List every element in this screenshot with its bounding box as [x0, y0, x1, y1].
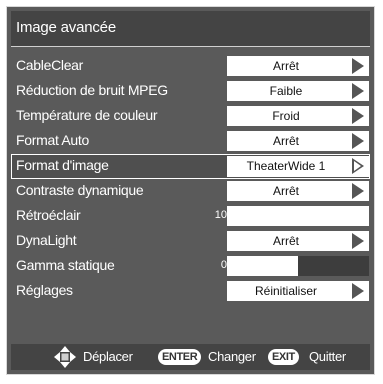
value-box[interactable]: Arrêt	[227, 231, 369, 251]
change-hint: Changer	[208, 349, 256, 364]
slider-value: 10	[214, 209, 227, 221]
value-box[interactable]: Arrêt	[227, 131, 369, 151]
value-text: TheaterWide 1	[246, 159, 326, 173]
move-hint: Déplacer	[83, 349, 133, 364]
triangle-right-icon	[352, 83, 364, 99]
value-box[interactable]: Arrêt	[227, 56, 369, 76]
triangle-right-icon	[352, 133, 364, 149]
value-box[interactable]: Froid	[227, 106, 369, 126]
menu-item-auto-format[interactable]: Format Auto Arrêt	[11, 129, 370, 154]
value-text: Arrêt	[272, 134, 299, 148]
gamma-slider[interactable]	[227, 256, 369, 276]
triangle-right-icon	[352, 158, 364, 174]
menu-item-label: Gamma statique	[16, 257, 115, 273]
title-bar: Image avancée	[11, 11, 370, 47]
slider-fill	[227, 206, 369, 226]
menu-item-dynalight[interactable]: DynaLight Arrêt	[11, 229, 370, 254]
value-box[interactable]: TheaterWide 1	[227, 156, 369, 177]
menu-item-label: CableClear	[16, 57, 84, 73]
value-text: Faible	[269, 84, 303, 98]
value-box[interactable]: Arrêt	[227, 181, 369, 201]
menu-item-label: Rétroéclair	[16, 207, 81, 223]
triangle-right-icon	[352, 183, 364, 199]
menu-item-label: Format d'image	[16, 157, 109, 173]
backlight-slider[interactable]	[227, 206, 369, 226]
menu-item-label: Température de couleur	[16, 107, 158, 123]
menu-item-static-gamma[interactable]: Gamma statique 0	[11, 254, 370, 279]
quit-hint: Quitter	[309, 349, 346, 364]
menu-item-label: Réglages	[16, 282, 73, 298]
menu-item-label: Contraste dynamique	[16, 182, 144, 198]
menu-item-color-temperature[interactable]: Température de couleur Froid	[11, 104, 370, 129]
triangle-right-icon	[352, 58, 364, 74]
value-box[interactable]: Faible	[227, 81, 369, 101]
menu-item-dynamic-contrast[interactable]: Contraste dynamique Arrêt	[11, 179, 370, 204]
menu-item-cableclear[interactable]: CableClear Arrêt	[11, 54, 370, 79]
menu-item-settings[interactable]: Réglages Réinitialiser	[11, 279, 370, 304]
enter-key-icon: ENTER	[158, 349, 202, 365]
value-text: Arrêt	[272, 59, 299, 73]
value-text: Froid	[272, 109, 300, 123]
menu-item-label: Réduction de bruit MPEG	[16, 82, 168, 98]
four-way-arrows-icon	[54, 346, 76, 368]
menu-item-picture-format[interactable]: Format d'image TheaterWide 1	[11, 154, 370, 179]
footer-help-bar: Déplacer ENTER Changer EXIT Quitter	[11, 344, 370, 370]
triangle-right-icon	[352, 108, 364, 124]
menu-item-backlight[interactable]: Rétroéclair 10	[11, 204, 370, 229]
menu-item-mpeg-noise-reduction[interactable]: Réduction de bruit MPEG Faible	[11, 79, 370, 104]
menu-item-label: Format Auto	[16, 132, 89, 148]
menu-item-label: DynaLight	[16, 232, 77, 248]
triangle-right-icon	[352, 233, 364, 249]
menu-list: CableClear Arrêt Réduction de bruit MPEG…	[11, 54, 370, 304]
value-text: Arrêt	[272, 234, 299, 248]
value-box[interactable]: Réinitialiser	[227, 281, 369, 301]
slider-value: 0	[220, 259, 227, 271]
value-text: Réinitialiser	[254, 284, 318, 298]
exit-key-icon: EXIT	[268, 349, 299, 365]
slider-fill	[227, 256, 298, 276]
menu-title: Image avancée	[16, 19, 116, 36]
triangle-right-icon	[352, 283, 364, 299]
osd-menu-panel: Image avancée CableClear Arrêt Réduction…	[6, 6, 375, 375]
value-text: Arrêt	[272, 184, 299, 198]
